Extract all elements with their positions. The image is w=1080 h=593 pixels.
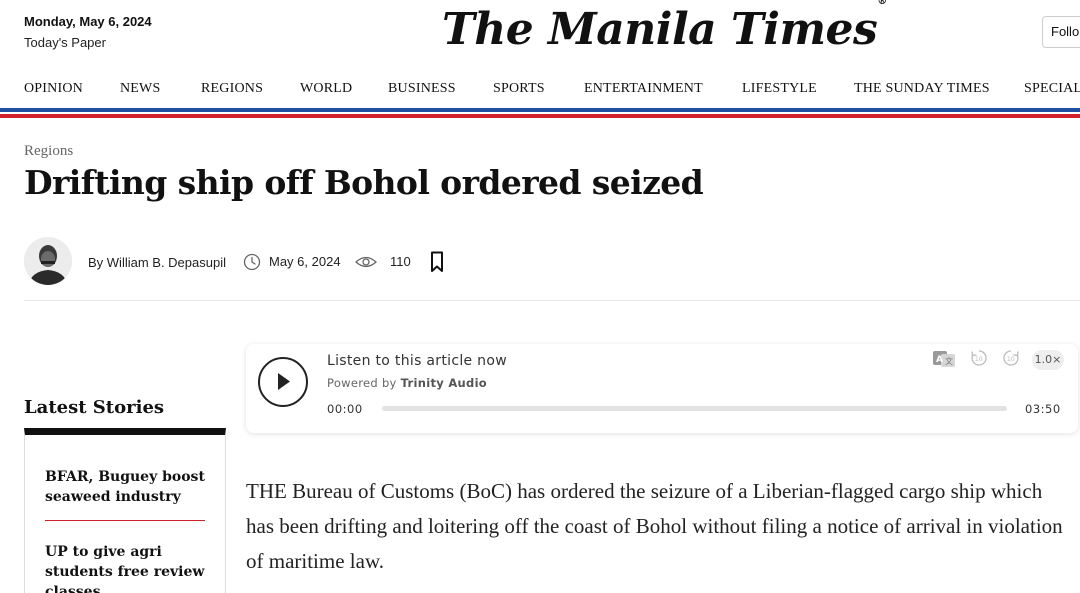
nav-item-sports[interactable]: SPORTS [493,81,545,97]
nav-item-regions[interactable]: REGIONS [201,81,263,97]
current-time: 00:00 [327,402,363,416]
eye-icon [355,256,377,268]
registered-mark: ® [877,0,887,8]
current-date: Monday, May 6, 2024 [24,14,152,29]
article-category[interactable]: Regions [24,143,73,160]
powered-by-prefix: Powered by [327,376,397,390]
nav-item-lifestyle[interactable]: LIFESTYLE [742,81,817,97]
audio-player: Listen to this article now Powered by Tr… [246,344,1078,433]
nav-item-opinion[interactable]: OPINION [24,81,83,97]
player-title: Listen to this article now [327,353,507,369]
play-icon [278,373,290,390]
bookmark-icon[interactable] [430,251,444,273]
todays-paper-link[interactable]: Today's Paper [24,35,106,50]
total-time: 03:50 [1025,402,1061,416]
article-headline: Drifting ship off Bohol ordered seized [24,163,704,202]
latest-stories-title: Latest Stories [24,397,165,418]
top-bar: Monday, May 6, 2024 Today's Paper The Ma… [0,0,1080,70]
translate-icon[interactable]: A 文 [932,350,956,368]
svg-text:文: 文 [945,356,953,366]
view-count: 110 [390,254,411,269]
author-avatar[interactable] [24,237,72,285]
play-button[interactable] [258,357,308,407]
svg-text:10: 10 [1007,356,1015,363]
latest-story-item[interactable]: BFAR, Buguey boost seaweed industry [45,467,210,507]
nav-item-sunday-times[interactable]: THE SUNDAY TIMES [854,81,990,97]
story-divider [45,520,205,521]
progress-bar[interactable] [382,406,1007,411]
nav-item-business[interactable]: BUSINESS [388,81,456,97]
powered-by: Powered by Trinity Audio [327,376,487,390]
byline: By William B. Depasupil May 6, 2024 110 [24,237,1080,287]
site-logo[interactable]: The Manila Times® [442,0,887,55]
masthead-text: The Manila Times [442,4,878,55]
follow-button[interactable]: Follo [1042,16,1080,48]
byline-divider [24,300,1080,301]
forward-10-icon[interactable]: 10 [1002,349,1020,367]
latest-stories-list: BFAR, Buguey boost seaweed industry UP t… [24,428,226,593]
nav-item-entertainment[interactable]: ENTERTAINMENT [584,81,703,97]
flag-stripe-red [0,114,1080,118]
nav-item-world[interactable]: WORLD [300,81,352,97]
nav-item-news[interactable]: NEWS [120,81,160,97]
latest-story-item[interactable]: UP to give agri students free review cla… [45,542,210,593]
publish-date: May 6, 2024 [269,254,341,269]
article-body-paragraph: THE Bureau of Customs (BoC) has ordered … [246,479,1063,573]
powered-by-brand[interactable]: Trinity Audio [401,376,487,390]
main-nav: OPINION NEWS REGIONS WORLD BUSINESS SPOR… [0,78,1080,100]
rewind-10-icon[interactable]: 10 [970,349,988,367]
nav-item-special[interactable]: SPECIAL [1024,81,1080,97]
svg-text:A: A [936,355,943,365]
svg-text:10: 10 [975,356,983,363]
author-name[interactable]: By William B. Depasupil [88,255,226,270]
clock-icon [243,253,261,271]
playback-speed-button[interactable]: 1.0× [1032,350,1064,370]
